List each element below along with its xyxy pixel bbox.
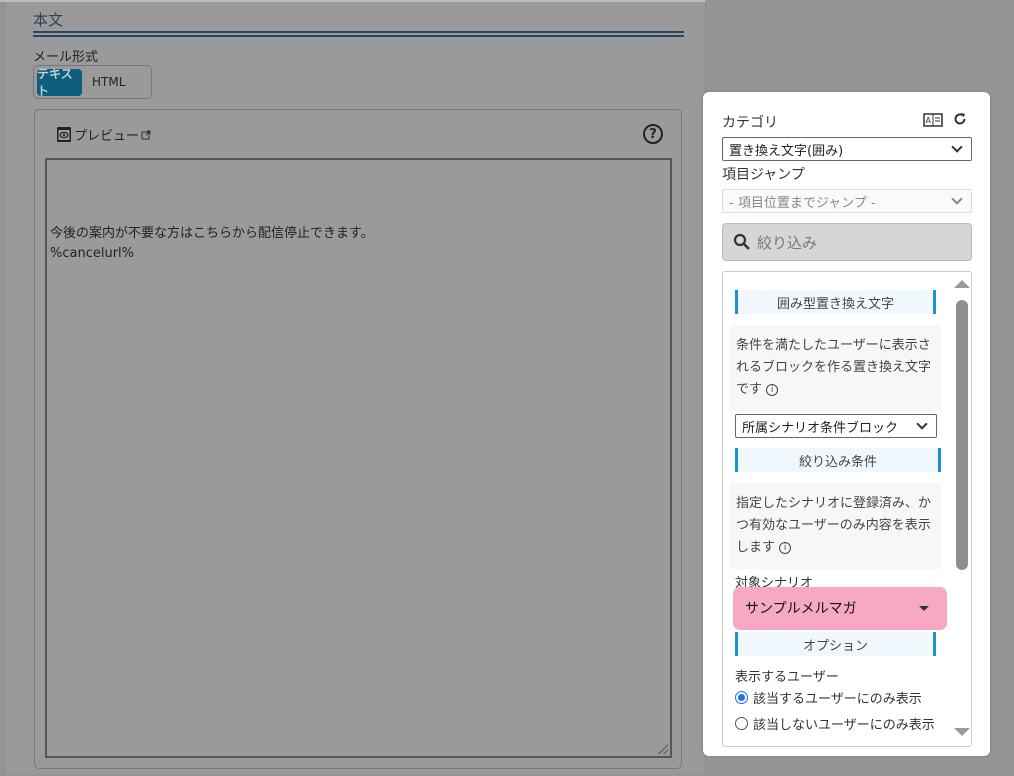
eye-icon: [57, 127, 71, 142]
description: 指定したシナリオに登録済み、かつ有効なユーザーのみ内容を表示します i: [730, 483, 941, 569]
divider: [33, 31, 684, 33]
info-icon[interactable]: i: [766, 383, 779, 396]
category-value: 置き換え文字(囲み): [729, 143, 844, 159]
preview-link[interactable]: プレビュー: [56, 125, 151, 144]
format-text-button[interactable]: テキスト: [37, 67, 82, 98]
external-link-icon: [141, 130, 151, 139]
replacement-text-panel: カテゴリ A 置き換え文字(囲み) 項目ジャンプ - 項目位置までジャンプ - …: [703, 92, 990, 756]
radio-unchecked[interactable]: [735, 717, 748, 730]
chevron-down-icon: [916, 418, 928, 430]
filter-placeholder: 絞り込み: [757, 233, 818, 252]
scroll-thumb[interactable]: [956, 300, 968, 570]
mail-body-editor: 本文 メール形式 テキスト HTML プレビュー ? 今後の案内が不要な方はこち…: [0, 0, 706, 776]
radio-checked[interactable]: [735, 691, 748, 704]
left-edge: [0, 2, 6, 776]
users-label: 表示するユーザー: [735, 670, 839, 685]
radio-matching-users[interactable]: 該当するユーザーにのみ表示: [735, 688, 922, 707]
section-title: 本文: [33, 11, 64, 29]
search-icon: [733, 233, 750, 250]
refresh-icon[interactable]: [953, 112, 967, 126]
jump-placeholder: - 項目位置までジャンプ -: [729, 195, 876, 211]
chevron-down-icon: [951, 193, 963, 205]
preview-panel: プレビュー ? 今後の案内が不要な方はこちらから配信停止できます。 %cance…: [34, 109, 682, 769]
format-html-button[interactable]: HTML: [92, 75, 125, 89]
dictionary-icon[interactable]: A: [923, 113, 943, 127]
section-header: 絞り込み条件: [735, 448, 941, 472]
category-select[interactable]: 置き換え文字(囲み): [722, 137, 972, 161]
radio-non-matching-users[interactable]: 該当しないユーザーにのみ表示: [735, 714, 935, 733]
preview-body[interactable]: 今後の案内が不要な方はこちらから配信停止できます。 %cancelurl%: [45, 158, 672, 758]
mail-format-toggle: テキスト HTML: [33, 65, 152, 99]
section-header: 囲み型置き換え文字: [735, 290, 936, 314]
scenario-select[interactable]: サンプルメルマガ: [739, 594, 941, 622]
help-icon[interactable]: ?: [643, 124, 663, 144]
description-text: 指定したシナリオに登録済み、かつ有効なユーザーのみ内容を表示します: [736, 496, 932, 555]
jump-label: 項目ジャンプ: [722, 167, 805, 183]
preview-label: プレビュー: [74, 129, 140, 144]
filter-input[interactable]: 絞り込み: [722, 223, 972, 261]
category-label: カテゴリ: [722, 115, 778, 131]
replacement-list: 囲み型置き換え文字 条件を満たしたユーザーに表示されるブロックを作る置き換え文字…: [722, 271, 972, 747]
block-select[interactable]: 所属シナリオ条件ブロック: [735, 414, 937, 438]
jump-select[interactable]: - 項目位置までジャンプ -: [722, 189, 972, 213]
caret-down-icon: [919, 605, 929, 611]
scrollbar[interactable]: [949, 272, 971, 746]
radio-label: 該当するユーザーにのみ表示: [753, 692, 922, 707]
mail-format-label: メール形式: [33, 50, 99, 65]
description: 条件を満たしたユーザーに表示されるブロックを作る置き換え文字です i: [730, 325, 941, 411]
chevron-down-icon: [951, 141, 963, 153]
divider: [33, 35, 684, 37]
resize-handle[interactable]: [658, 744, 668, 754]
scroll-up-icon[interactable]: [954, 280, 970, 288]
scroll-down-icon[interactable]: [954, 728, 970, 736]
radio-label: 該当しないユーザーにのみ表示: [753, 718, 935, 733]
preview-line: %cancelurl%: [50, 246, 135, 261]
info-icon[interactable]: i: [779, 541, 792, 554]
block-value: 所属シナリオ条件ブロック: [742, 420, 899, 436]
scenario-value: サンプルメルマガ: [745, 601, 857, 617]
svg-text:A: A: [926, 116, 932, 125]
section-header: オプション: [735, 632, 936, 656]
preview-line: 今後の案内が不要な方はこちらから配信停止できます。: [50, 226, 374, 241]
